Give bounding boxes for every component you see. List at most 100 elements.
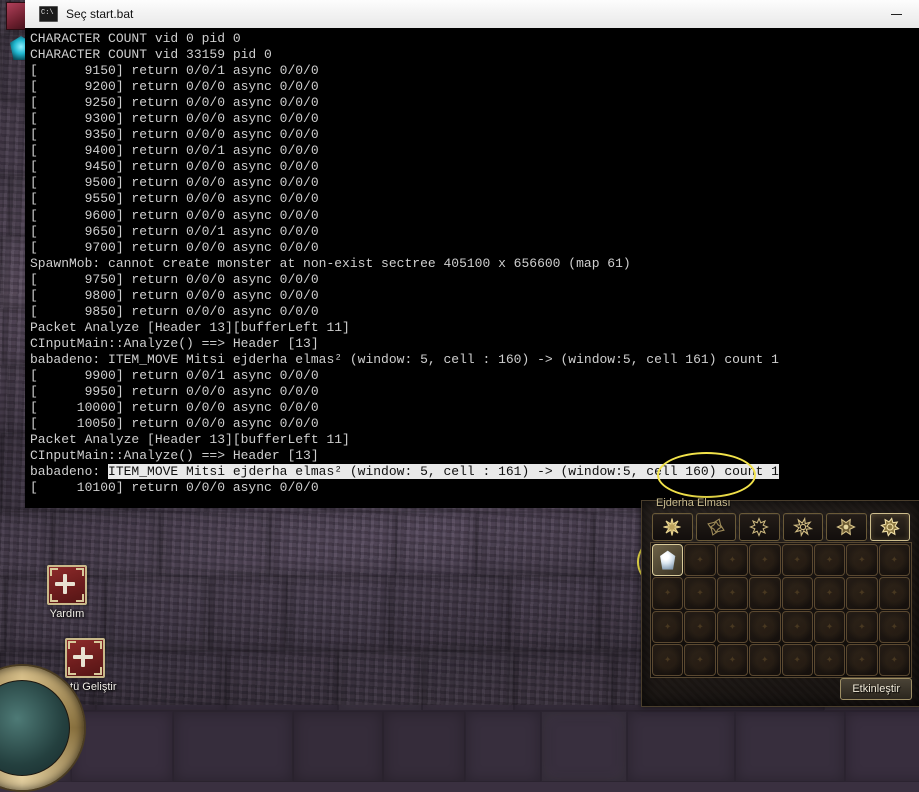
inventory-slot-filled[interactable] <box>652 544 684 577</box>
inventory-slot-empty[interactable]: ✦ <box>684 544 716 577</box>
slot-ornament-icon: ✦ <box>663 587 672 598</box>
slot-ornament-icon: ✦ <box>858 621 866 632</box>
inventory-tab-1[interactable] <box>652 513 693 541</box>
inventory-slot-empty[interactable]: ✦ <box>781 610 813 643</box>
inventory-slot-empty[interactable]: ✦ <box>749 643 781 676</box>
console-line: [ 9450] return 0/0/0 async 0/0/0 <box>30 159 319 175</box>
inventory-tab-5[interactable] <box>826 513 867 541</box>
slot-ornament-icon: ✦ <box>825 587 834 598</box>
console-line: [ 9250] return 0/0/0 async 0/0/0 <box>30 95 319 111</box>
inventory-tab-2[interactable] <box>695 513 736 541</box>
console-line: [ 10050] return 0/0/0 async 0/0/0 <box>30 416 319 432</box>
console-line: [ 9650] return 0/0/1 async 0/0/0 <box>30 223 319 239</box>
star-burst-icon <box>749 517 770 537</box>
inventory-slot-empty[interactable]: ✦ <box>716 577 749 610</box>
slot-ornament-icon: ✦ <box>696 621 704 632</box>
rosette-icon <box>836 518 857 536</box>
inventory-slot-empty[interactable]: ✦ <box>749 544 781 577</box>
inventory-slot-empty[interactable]: ✦ <box>878 610 910 643</box>
slot-ornament-icon: ✦ <box>793 587 801 598</box>
console-line: CHARACTER COUNT vid 33159 pid 0 <box>30 47 272 63</box>
inventory-slot-empty[interactable]: ✦ <box>716 643 749 676</box>
slot-ornament-icon: ✦ <box>858 554 866 565</box>
slot-ornament-icon: ✦ <box>825 554 834 565</box>
inventory-slot-empty[interactable]: ✦ <box>716 610 749 643</box>
console-output[interactable]: CHARACTER COUNT vid 0 pid 0 CHARACTER COU… <box>25 28 919 508</box>
inventory-slot-empty[interactable]: ✦ <box>846 643 878 676</box>
inventory-slot-empty[interactable]: ✦ <box>813 544 846 577</box>
console-line: babadeno: ITEM_MOVE Mitsi ejderha elmas²… <box>30 351 779 367</box>
console-line: [ 9750] return 0/0/0 async 0/0/0 <box>30 271 319 287</box>
slot-ornament-icon: ✦ <box>858 587 866 598</box>
slot-ornament-icon: ✦ <box>890 621 899 632</box>
slot-ornament-icon: ✦ <box>728 587 737 598</box>
inventory-slot-empty[interactable]: ✦ <box>781 643 813 676</box>
inventory-slot-empty[interactable]: ✦ <box>652 610 684 643</box>
slot-ornament-icon: ✦ <box>728 621 737 632</box>
slot-ornament-icon: ✦ <box>663 654 672 665</box>
console-line: [ 9350] return 0/0/0 async 0/0/0 <box>30 127 319 143</box>
inventory-slot-empty[interactable]: ✦ <box>716 544 749 577</box>
slot-ornament-icon: ✦ <box>761 587 769 598</box>
slot-ornament-icon: ✦ <box>890 654 899 665</box>
slot-ornament-icon: ✦ <box>728 554 737 565</box>
activate-button[interactable]: Etkinleştir <box>840 678 912 700</box>
inventory-slot-empty[interactable]: ✦ <box>684 610 716 643</box>
inventory-slot-empty[interactable]: ✦ <box>846 544 878 577</box>
desktop-icon-label: Yardım <box>49 608 85 620</box>
inventory-slot-empty[interactable]: ✦ <box>781 577 813 610</box>
red-cross-icon <box>47 565 87 605</box>
console-line: [ 9850] return 0/0/0 async 0/0/0 <box>30 303 319 319</box>
console-icon <box>39 6 58 22</box>
inventory-slot-empty[interactable]: ✦ <box>781 544 813 577</box>
inventory-slot-empty[interactable]: ✦ <box>846 577 878 610</box>
console-line: [ 9400] return 0/0/1 async 0/0/0 <box>30 143 319 159</box>
inventory-grid[interactable]: ✦ ✦ ✦ ✦ ✦ ✦ ✦ ✦ ✦ ✦ ✦ ✦ ✦ ✦ ✦ ✦ ✦ ✦ ✦ ✦ ✦ ✦ ✦ ✦ ✦ ✦ ✦ ✦ ✦ ✦ ✦ <box>650 542 912 678</box>
console-line: [ 9150] return 0/0/1 async 0/0/0 <box>30 63 319 79</box>
inventory-slot-empty[interactable]: ✦ <box>684 577 716 610</box>
slot-ornament-icon: ✦ <box>696 587 704 598</box>
inventory-slot-empty[interactable]: ✦ <box>749 610 781 643</box>
inventory-slot-empty[interactable]: ✦ <box>878 544 910 577</box>
inventory-slot-empty[interactable]: ✦ <box>813 610 846 643</box>
slot-ornament-icon: ✦ <box>728 654 737 665</box>
console-window[interactable]: Seç start.bat CHARACTER COUNT vid 0 pid … <box>25 0 919 508</box>
console-line: [ 9550] return 0/0/0 async 0/0/0 <box>30 191 319 207</box>
console-line: [ 9700] return 0/0/0 async 0/0/0 <box>30 239 319 255</box>
console-line: SpawnMob: cannot create monster at non-e… <box>30 255 631 271</box>
inventory-slot-empty[interactable]: ✦ <box>684 643 716 676</box>
inventory-tab-6[interactable] <box>869 513 910 541</box>
inventory-tab-4[interactable] <box>782 513 823 541</box>
console-line: [ 9200] return 0/0/0 async 0/0/0 <box>30 79 319 95</box>
slot-ornament-icon: ✦ <box>825 621 834 632</box>
minimize-button[interactable] <box>873 0 919 28</box>
window-titlebar[interactable]: Seç start.bat <box>25 0 919 29</box>
console-line: [ 9800] return 0/0/0 async 0/0/0 <box>30 287 319 303</box>
console-line: CInputMain::Analyze() ==> Header [13] <box>30 335 319 351</box>
inventory-slot-empty[interactable]: ✦ <box>652 643 684 676</box>
slot-ornament-icon: ✦ <box>890 587 899 598</box>
inventory-slot-empty[interactable]: ✦ <box>846 610 878 643</box>
inventory-slot-empty[interactable]: ✦ <box>749 577 781 610</box>
slot-ornament-icon: ✦ <box>761 621 769 632</box>
flower-star-icon <box>792 517 813 537</box>
desktop-icon-yardim[interactable]: Yardım <box>22 565 112 620</box>
slot-ornament-icon: ✦ <box>696 554 704 565</box>
inventory-tabs[interactable] <box>652 513 910 541</box>
console-line: [ 9600] return 0/0/0 async 0/0/0 <box>30 207 319 223</box>
slot-ornament-icon: ✦ <box>696 654 704 665</box>
window-title: Seç start.bat <box>66 7 134 21</box>
inventory-slot-empty[interactable]: ✦ <box>813 643 846 676</box>
inventory-slot-empty[interactable]: ✦ <box>878 577 910 610</box>
inventory-slot-empty[interactable]: ✦ <box>652 577 684 610</box>
console-line: CHARACTER COUNT vid 0 pid 0 <box>30 31 241 46</box>
inventory-slot-empty[interactable]: ✦ <box>813 577 846 610</box>
slot-ornament-icon: ✦ <box>858 654 866 665</box>
inventory-slot-empty[interactable]: ✦ <box>878 643 910 676</box>
inventory-panel[interactable]: Ejderha Elması ✦ ✦ ✦ ✦ ✦ ✦ ✦ ✦ ✦ ✦ ✦ ✦ ✦ ✦ ✦ ✦ ✦ ✦ ✦ ✦ ✦ ✦ ✦ ✦ ✦… <box>641 497 919 707</box>
inventory-tab-3[interactable] <box>739 513 780 541</box>
diamond-gem-icon <box>660 550 676 570</box>
star-outline-icon <box>706 518 725 536</box>
console-selected-text[interactable]: ITEM_MOVE Mitsi ejderha elmas² (window: … <box>108 464 779 480</box>
slot-ornament-icon: ✦ <box>663 621 672 632</box>
